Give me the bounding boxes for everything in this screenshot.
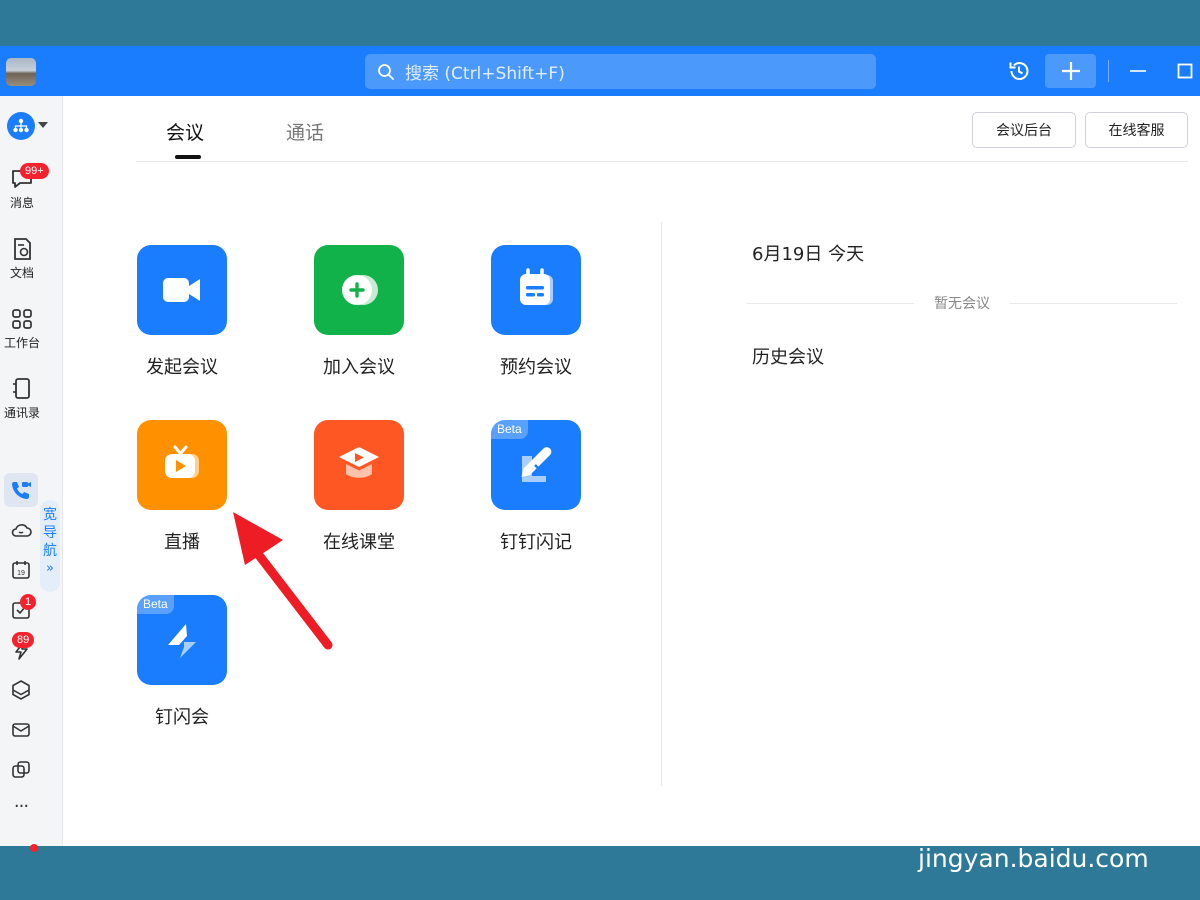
minimize-button[interactable] <box>1125 54 1151 88</box>
join-meeting-tile[interactable]: 加入会议 <box>294 245 424 379</box>
svg-text:19: 19 <box>17 570 25 577</box>
history-button[interactable] <box>1002 54 1036 88</box>
cloud-smile-icon <box>11 524 32 537</box>
ellipsis-icon: ··· <box>13 795 29 817</box>
divider-line <box>747 302 914 304</box>
date-header: 6月19日 今天 <box>752 244 865 265</box>
chevron-down-icon[interactable] <box>38 122 48 128</box>
add-button[interactable] <box>1045 54 1096 88</box>
title-bar-separator <box>1108 60 1109 82</box>
history-meetings-link[interactable]: 历史会议 <box>752 343 824 369</box>
search-icon <box>378 63 394 80</box>
double-chevron-right-icon: » <box>46 561 54 576</box>
online-class-icon-box <box>314 420 404 510</box>
wide-nav-toggle[interactable]: 宽 导 航 » <box>40 500 60 592</box>
calendar-icon <box>520 268 553 305</box>
sidebar-item-contacts[interactable]: 通讯录 <box>0 376 44 421</box>
pen-note-icon <box>521 447 552 482</box>
sidebar-item-label: 工作台 <box>3 336 40 350</box>
start-meeting-tile[interactable]: 发起会议 <box>117 245 247 379</box>
overlap-squares-icon <box>12 761 30 778</box>
join-meeting-icon-box <box>314 245 404 335</box>
beta-badge: Beta <box>137 595 174 614</box>
tile-label: 加入会议 <box>323 357 395 378</box>
maximize-button[interactable] <box>1172 54 1198 88</box>
active-tab-indicator <box>175 155 201 159</box>
video-camera-icon <box>163 278 200 302</box>
divider-line <box>1010 302 1177 304</box>
meeting-admin-button[interactable]: 会议后台 <box>972 112 1076 148</box>
tile-label: 发起会议 <box>146 357 218 378</box>
grid-icon <box>12 309 32 329</box>
sidebar-item-label: 消息 <box>9 196 34 210</box>
schedule-meeting-tile[interactable]: 预约会议 <box>471 245 601 379</box>
search-input[interactable]: 搜索 (Ctrl+Shift+F) <box>365 54 876 89</box>
plus-icon <box>1061 62 1080 80</box>
notification-dot <box>30 844 38 852</box>
tile-label: 直播 <box>164 532 200 553</box>
tile-label: 预约会议 <box>500 357 572 378</box>
sidebar-item-label: 通讯录 <box>3 406 40 420</box>
sidebar-item-cloud[interactable] <box>8 517 34 543</box>
watermark-url: jingyan.baidu.com <box>918 844 1149 873</box>
empty-meetings: 暂无会议 <box>747 293 1177 313</box>
search-placeholder: 搜索 (Ctrl+Shift+F) <box>405 64 565 84</box>
baidu-jingyan-watermark: Bai du 经验 <box>918 783 1200 843</box>
tv-live-icon <box>165 445 199 478</box>
schedule-meeting-icon-box <box>491 245 581 335</box>
start-meeting-icon-box <box>137 245 227 335</box>
todo-count-badge: 1 <box>20 594 37 610</box>
panel-divider <box>661 222 662 786</box>
cube-icon <box>12 680 30 700</box>
ding-note-icon-box: Beta <box>491 420 581 510</box>
sidebar-item-calendar[interactable]: 19 <box>8 557 34 583</box>
document-icon <box>14 238 31 260</box>
ding-count-badge: 89 <box>12 632 35 648</box>
history-icon <box>1009 62 1029 80</box>
sidebar-item-workbench[interactable]: 工作台 <box>0 306 44 351</box>
sidebar-item-docs[interactable]: 文档 <box>0 236 44 281</box>
sidebar: 消息 99+ 文档 工作台 通讯录 宽 导 航 » 19 1 89 ··· <box>0 96 63 852</box>
mail-icon <box>12 723 30 737</box>
sidebar-item-label: 文档 <box>9 266 34 280</box>
wide-nav-char: 导 <box>43 525 57 541</box>
tab-call[interactable]: 通话 <box>286 118 324 145</box>
sidebar-item-apps[interactable] <box>8 757 34 783</box>
beta-badge: Beta <box>491 420 528 439</box>
maximize-icon <box>1177 63 1193 79</box>
calendar-19-icon: 19 <box>12 561 30 579</box>
more-button[interactable]: ··· <box>8 793 34 819</box>
sidebar-item-layers[interactable] <box>8 677 34 703</box>
sidebar-item-mail[interactable] <box>8 717 34 743</box>
header-divider <box>136 161 1188 162</box>
ding-flash-icon-box: Beta <box>137 595 227 685</box>
tile-label: 钉闪会 <box>155 707 209 728</box>
title-bar: 搜索 (Ctrl+Shift+F) <box>0 46 1200 96</box>
wide-nav-char: 航 <box>43 543 57 559</box>
tab-meeting[interactable]: 会议 <box>166 118 204 145</box>
wide-nav-char: 宽 <box>43 507 57 523</box>
join-plus-icon <box>342 275 378 305</box>
contacts-icon <box>13 378 30 399</box>
message-count-badge: 99+ <box>20 163 49 179</box>
ding-note-tile[interactable]: Beta 钉钉闪记 <box>471 420 601 554</box>
online-service-button[interactable]: 在线客服 <box>1085 112 1188 148</box>
phone-video-icon <box>12 482 31 499</box>
minimize-icon <box>1130 70 1146 72</box>
org-switcher-button[interactable] <box>7 112 35 140</box>
red-arrow-annotation <box>233 512 333 650</box>
graduation-cap-icon <box>339 447 379 478</box>
org-tree-icon <box>13 118 29 133</box>
empty-meetings-text: 暂无会议 <box>934 296 990 312</box>
lightning-icon <box>168 624 196 658</box>
tile-label: 钉钉闪记 <box>500 532 572 553</box>
sidebar-item-meeting[interactable] <box>4 473 38 507</box>
live-stream-icon-box <box>137 420 227 510</box>
avatar[interactable] <box>6 58 36 86</box>
app-window: 搜索 (Ctrl+Shift+F) 消息 99+ 文档 工作台 通讯录 宽 导 … <box>0 46 1200 852</box>
